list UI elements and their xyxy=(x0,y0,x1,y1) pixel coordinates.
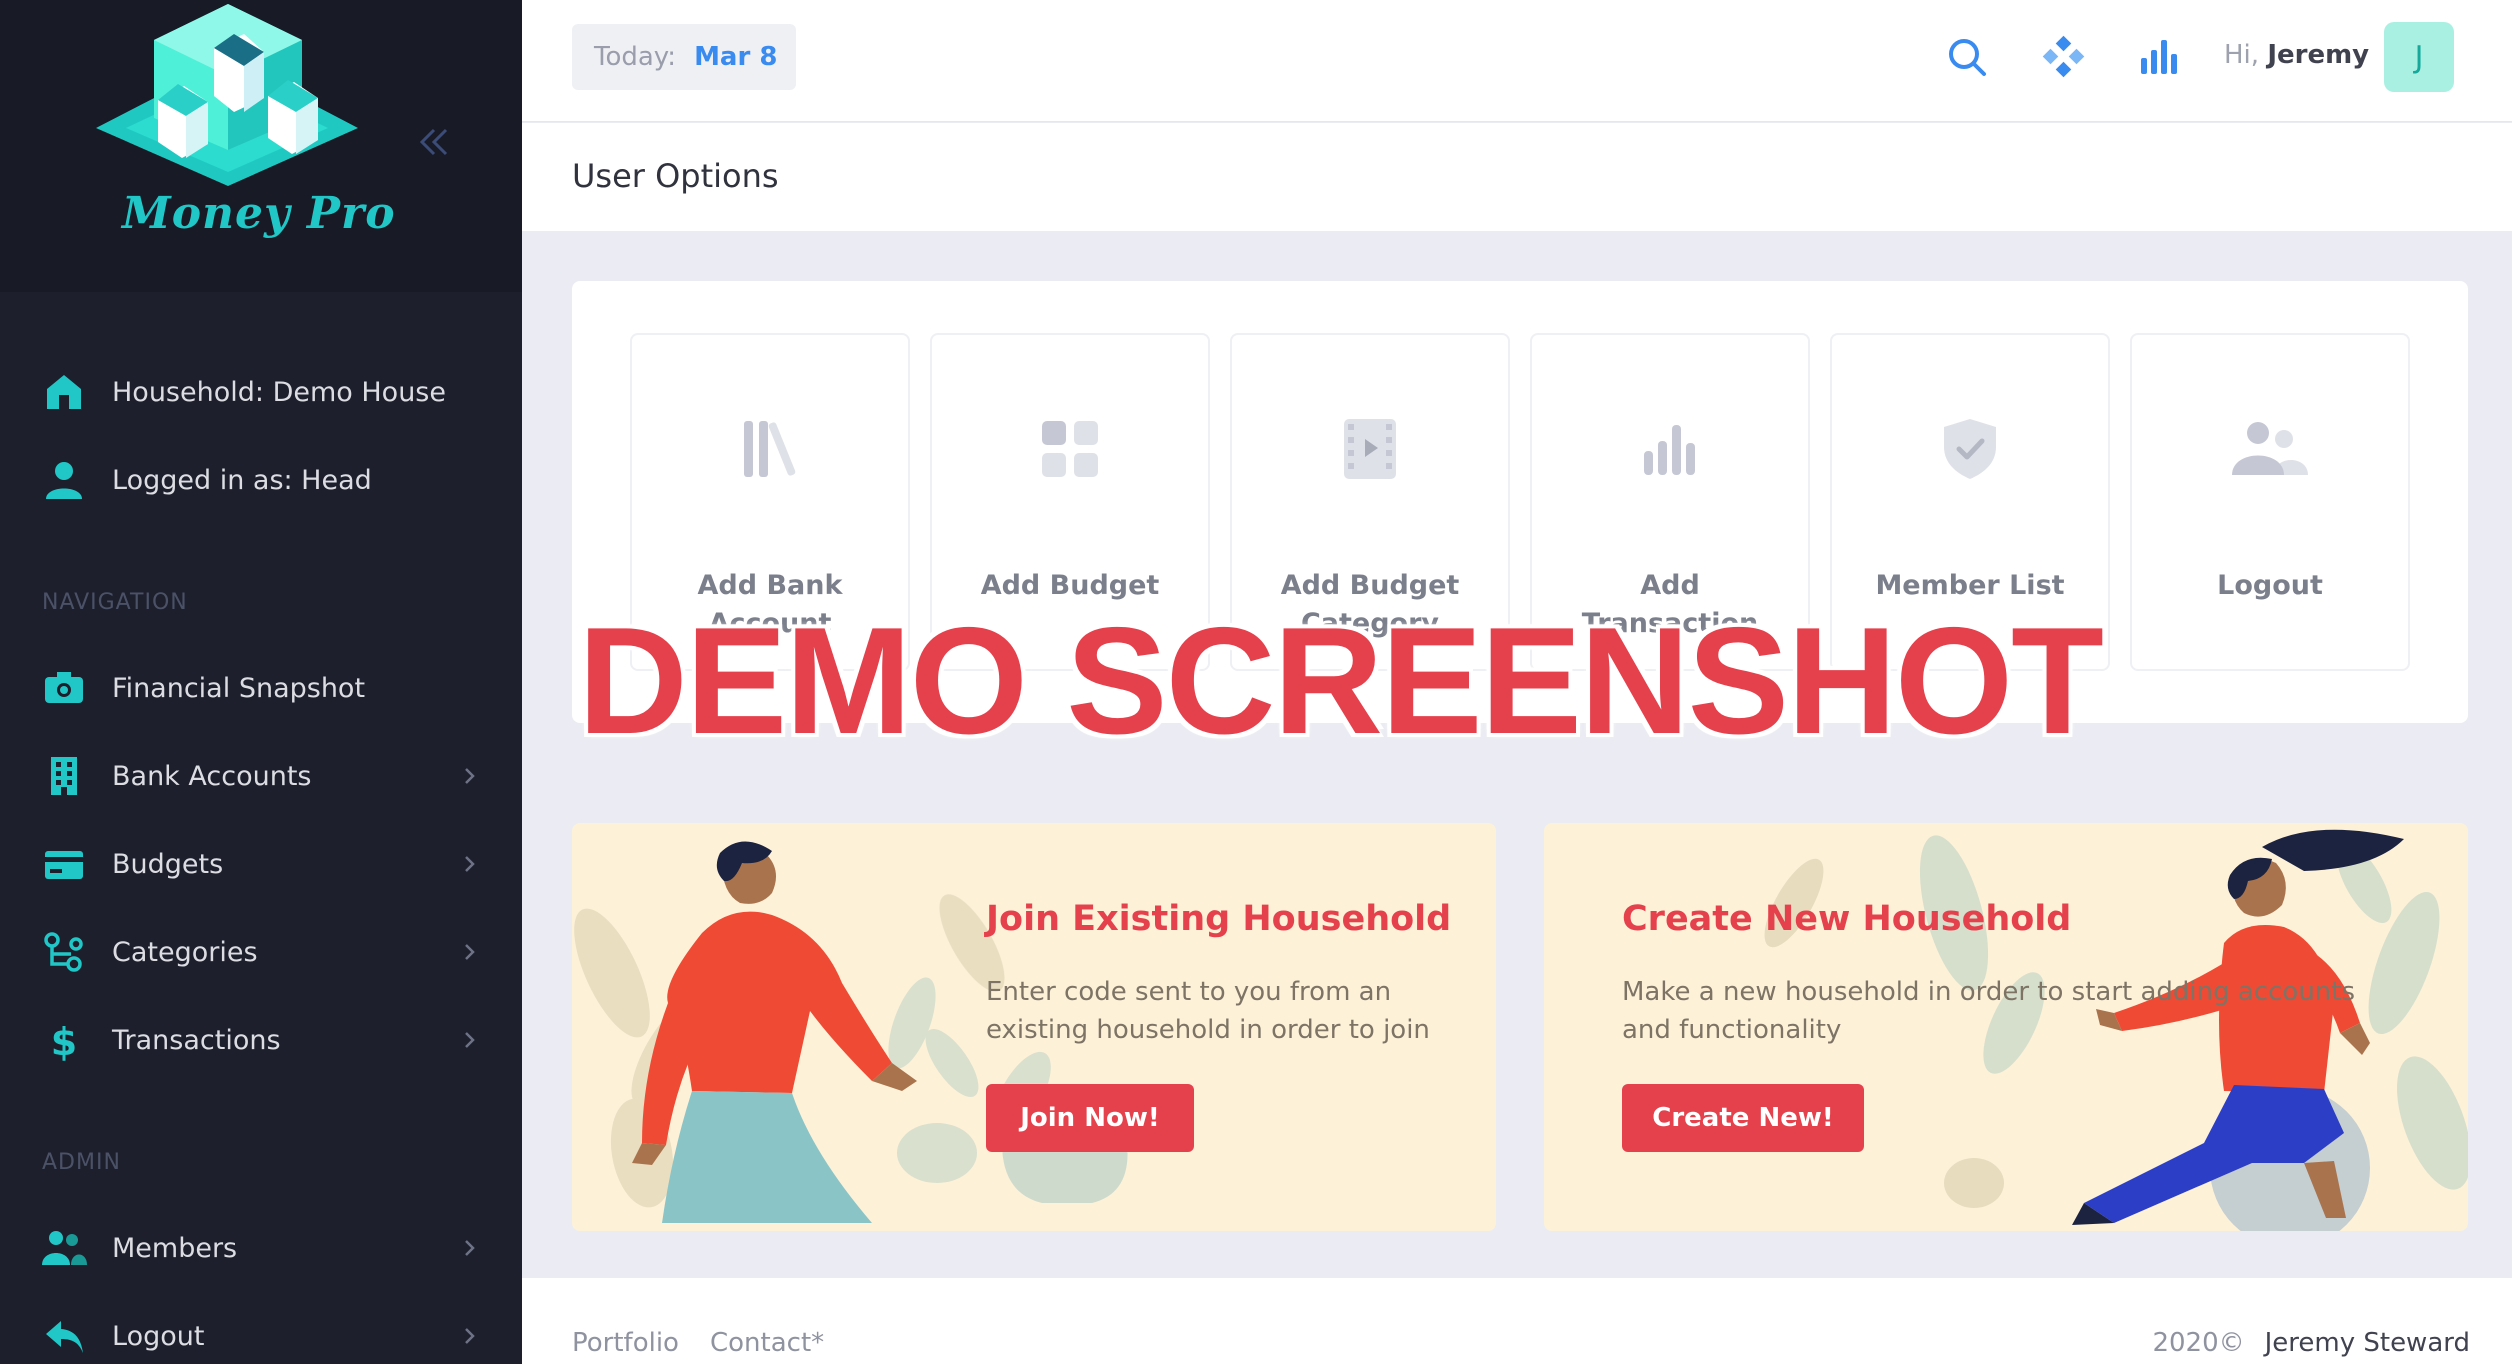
logged-in-info: Logged in as: Head xyxy=(40,450,480,510)
navigation-header: NAVIGATION xyxy=(42,590,188,615)
footer-portfolio-link[interactable]: Portfolio xyxy=(572,1328,679,1358)
shield-check-icon xyxy=(1944,419,1996,479)
page-title: User Options xyxy=(572,157,779,195)
sidebar-item-logout[interactable]: Logout xyxy=(40,1306,480,1364)
household-label: Household: Demo House xyxy=(112,376,446,408)
copyright-year: 2020© xyxy=(2152,1328,2245,1358)
household-info: Household: Demo House xyxy=(40,362,480,422)
sidebar-item-label: Transactions xyxy=(112,1024,281,1056)
join-now-button[interactable]: Join Now! xyxy=(986,1084,1194,1152)
sidebar-item-members[interactable]: Members xyxy=(40,1218,480,1278)
grid-icon xyxy=(1042,421,1098,477)
demo-watermark: DEMO SCREENSHOT xyxy=(578,596,2104,766)
sidebar-item-categories[interactable]: Categories xyxy=(40,922,480,982)
chevron-right-icon xyxy=(465,856,475,872)
sidebar: Money Pro Household: Demo House Logged i… xyxy=(0,0,522,1364)
logout-option-button[interactable]: Logout xyxy=(2130,333,2410,671)
user-icon xyxy=(40,456,88,504)
greeting-prefix: Hi, xyxy=(2224,40,2260,70)
logout-arrow-icon xyxy=(40,1312,88,1360)
today-label: Today: xyxy=(594,42,677,72)
dollar-icon: $ xyxy=(40,1016,88,1064)
sidebar-item-label: Members xyxy=(112,1232,238,1264)
stats-bar-icon[interactable] xyxy=(2136,34,2182,80)
building-icon xyxy=(40,752,88,800)
create-new-button[interactable]: Create New! xyxy=(1622,1084,1864,1152)
sidebar-item-label: Budgets xyxy=(112,848,224,880)
join-description: Enter code sent to you from an existing h… xyxy=(986,977,1430,1045)
bank-books-icon xyxy=(744,421,796,477)
logged-in-label: Logged in as: Head xyxy=(112,464,372,496)
bar-chart-icon xyxy=(1644,425,1695,475)
sidebar-item-label: Financial Snapshot xyxy=(112,672,366,704)
user-name: Jeremy xyxy=(2267,40,2370,70)
sidebar-item-financial-snapshot[interactable]: Financial Snapshot xyxy=(40,658,480,718)
today-date-badge: Today: Mar 8 xyxy=(572,24,796,90)
chevron-right-icon xyxy=(465,768,475,784)
film-icon xyxy=(1344,419,1396,479)
today-value: Mar 8 xyxy=(694,42,778,72)
sidebar-item-label: Categories xyxy=(112,936,258,968)
logo-text: Money Pro xyxy=(122,188,396,239)
users-icon xyxy=(40,1224,88,1272)
home-icon xyxy=(40,368,88,416)
top-bar: Today: Mar 8 Hi, Jeremy J xyxy=(522,0,2512,122)
svg-text:$: $ xyxy=(51,1020,77,1061)
apps-diamond-icon[interactable] xyxy=(2040,34,2086,80)
chevron-right-icon xyxy=(465,1032,475,1048)
option-label: Logout xyxy=(2217,570,2323,601)
logo-area: Money Pro xyxy=(0,0,522,292)
create-title: Create New Household xyxy=(1622,899,2072,939)
credit-card-icon xyxy=(40,840,88,888)
create-household-banner: Create New Household Make a new househol… xyxy=(1544,823,2468,1231)
camera-icon xyxy=(40,664,88,712)
sidebar-item-budgets[interactable]: Budgets xyxy=(40,834,480,894)
footer: Portfolio Contact* 2020© Jeremy Steward xyxy=(522,1278,2512,1364)
chevron-right-icon xyxy=(465,1240,475,1256)
footer-author: Jeremy Steward xyxy=(2264,1328,2470,1358)
users-group-icon xyxy=(2232,422,2308,475)
footer-contact-link[interactable]: Contact* xyxy=(710,1328,824,1358)
sidebar-item-transactions[interactable]: $ Transactions xyxy=(40,1010,480,1070)
page-title-bar: User Options xyxy=(522,123,2512,231)
sidebar-item-bank-accounts[interactable]: Bank Accounts xyxy=(40,746,480,806)
categories-icon xyxy=(40,928,88,976)
chevron-right-icon xyxy=(465,944,475,960)
footer-copyright: 2020© Jeremy Steward xyxy=(2152,1328,2470,1358)
search-icon[interactable] xyxy=(1944,34,1990,80)
user-greeting: Hi, Jeremy xyxy=(2224,40,2369,70)
logo-houses-icon xyxy=(96,4,358,186)
sidebar-item-label: Bank Accounts xyxy=(112,760,312,792)
avatar[interactable]: J xyxy=(2384,22,2454,92)
join-title: Join Existing Household xyxy=(986,899,1452,939)
chevron-right-icon xyxy=(465,1328,475,1344)
sidebar-item-label: Logout xyxy=(112,1320,205,1352)
join-household-banner: Join Existing Household Enter code sent … xyxy=(572,823,1496,1231)
admin-header: ADMIN xyxy=(42,1150,121,1175)
collapse-sidebar-icon[interactable] xyxy=(412,120,456,164)
create-description: Make a new household in order to start a… xyxy=(1622,977,2356,1045)
